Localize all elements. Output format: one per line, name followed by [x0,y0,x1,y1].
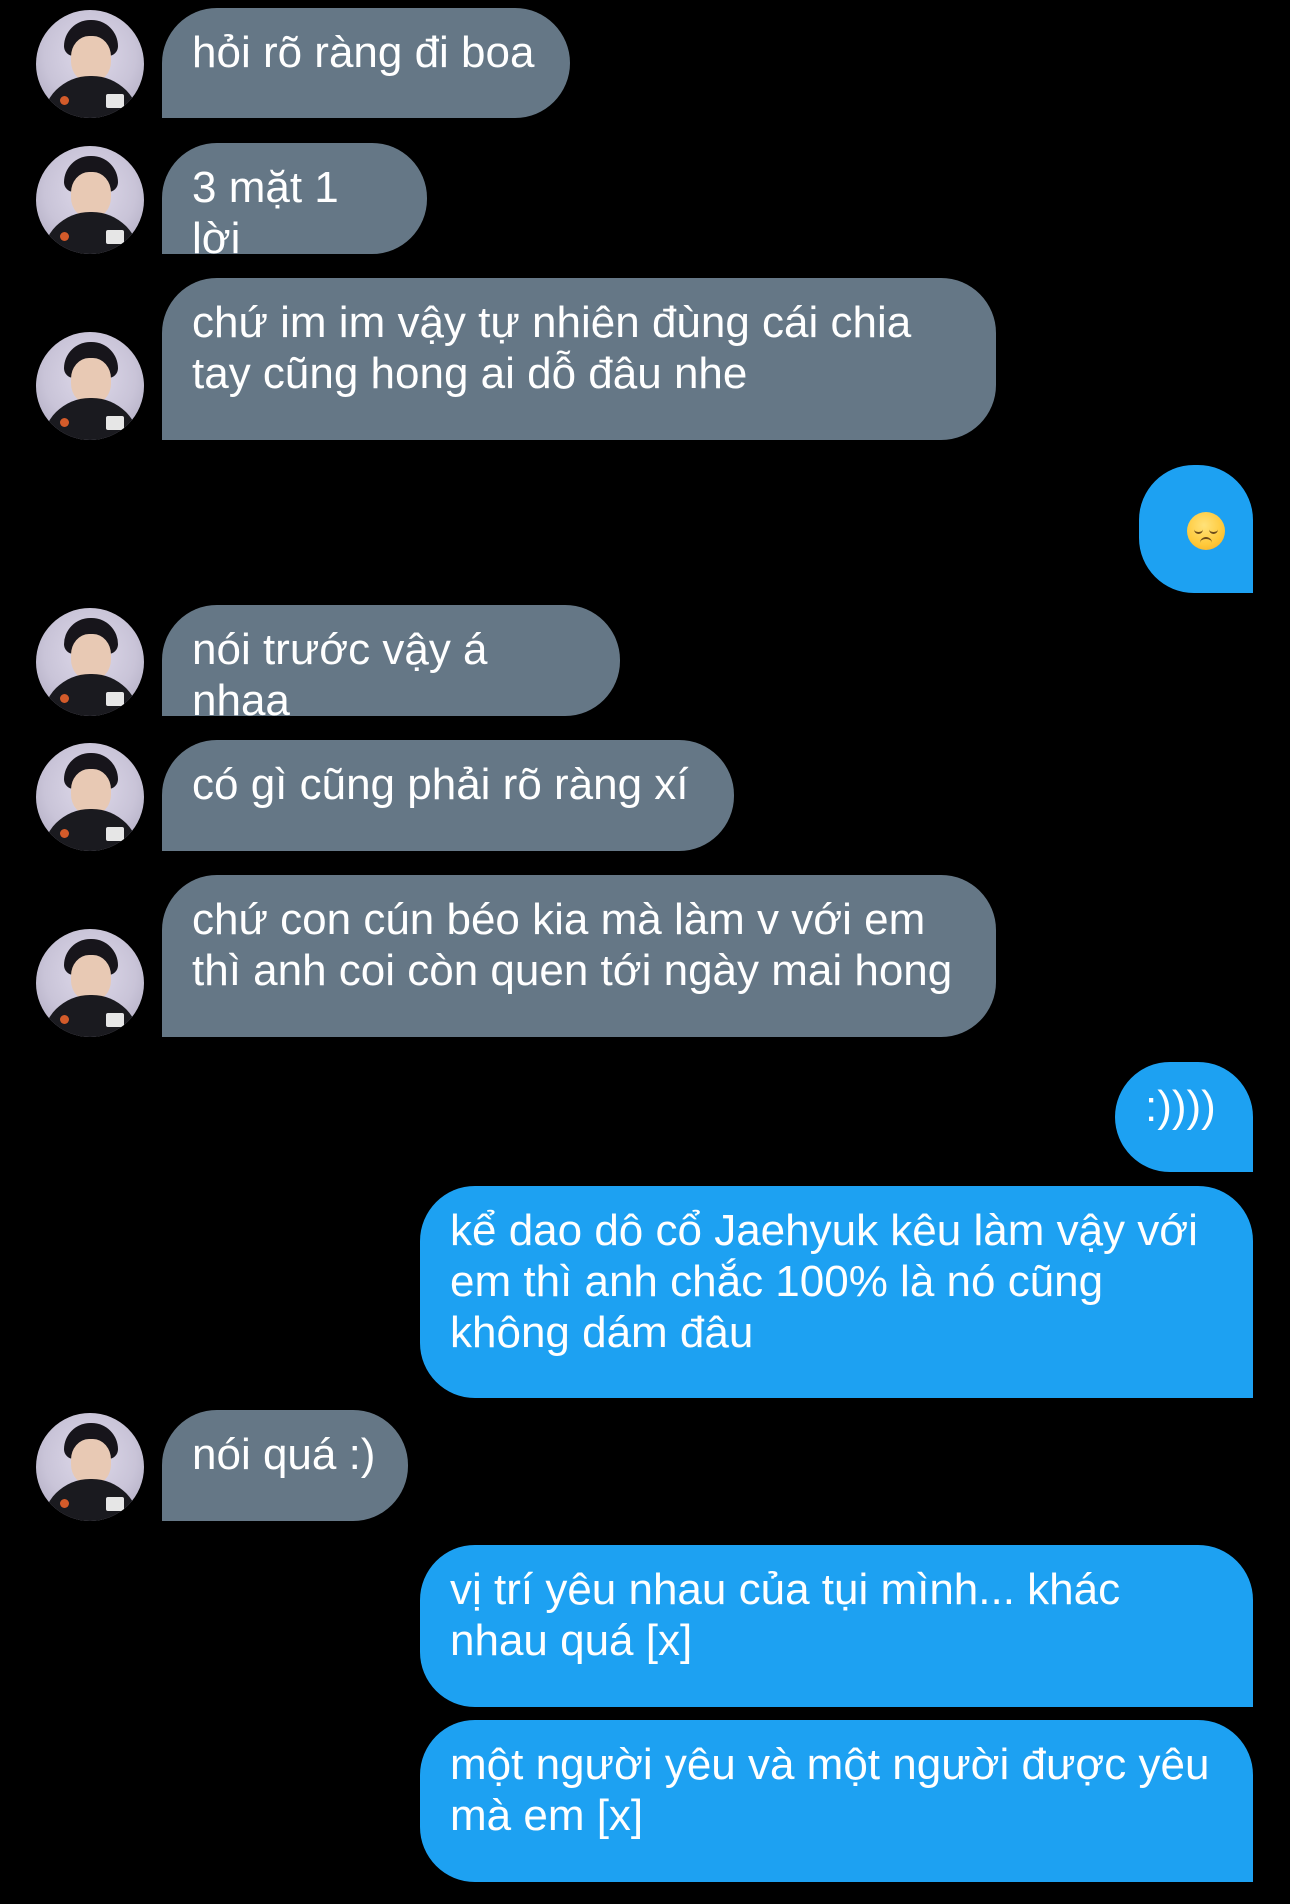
message-bubble-outgoing[interactable] [1139,465,1253,593]
disappointed-face-emoji [1187,512,1225,550]
message-bubble-incoming[interactable]: hỏi rõ ràng đi boa [162,8,570,118]
avatar[interactable] [36,608,144,716]
message-bubble-outgoing[interactable]: một người yêu và một người được yêu mà e… [420,1720,1253,1882]
avatar[interactable] [36,1413,144,1521]
message-bubble-outgoing[interactable]: kể dao dô cổ Jaehyuk kêu làm vậy với em … [420,1186,1253,1398]
message-bubble-outgoing[interactable]: :)))) [1115,1062,1253,1172]
avatar[interactable] [36,332,144,440]
message-bubble-incoming[interactable]: chứ con cún béo kia mà làm v với em thì … [162,875,996,1037]
avatar[interactable] [36,10,144,118]
avatar[interactable] [36,743,144,851]
avatar[interactable] [36,146,144,254]
avatar[interactable] [36,929,144,1037]
message-bubble-incoming[interactable]: nói quá :) [162,1410,408,1521]
message-bubble-incoming[interactable]: chứ im im vậy tự nhiên đùng cái chia tay… [162,278,996,440]
message-bubble-outgoing[interactable]: vị trí yêu nhau của tụi mình... khác nha… [420,1545,1253,1707]
message-bubble-incoming[interactable]: 3 mặt 1 lời [162,143,427,263]
message-bubble-incoming[interactable]: nói trước vậy á nhaa [162,605,620,725]
message-bubble-incoming[interactable]: có gì cũng phải rõ ràng xí [162,740,734,851]
